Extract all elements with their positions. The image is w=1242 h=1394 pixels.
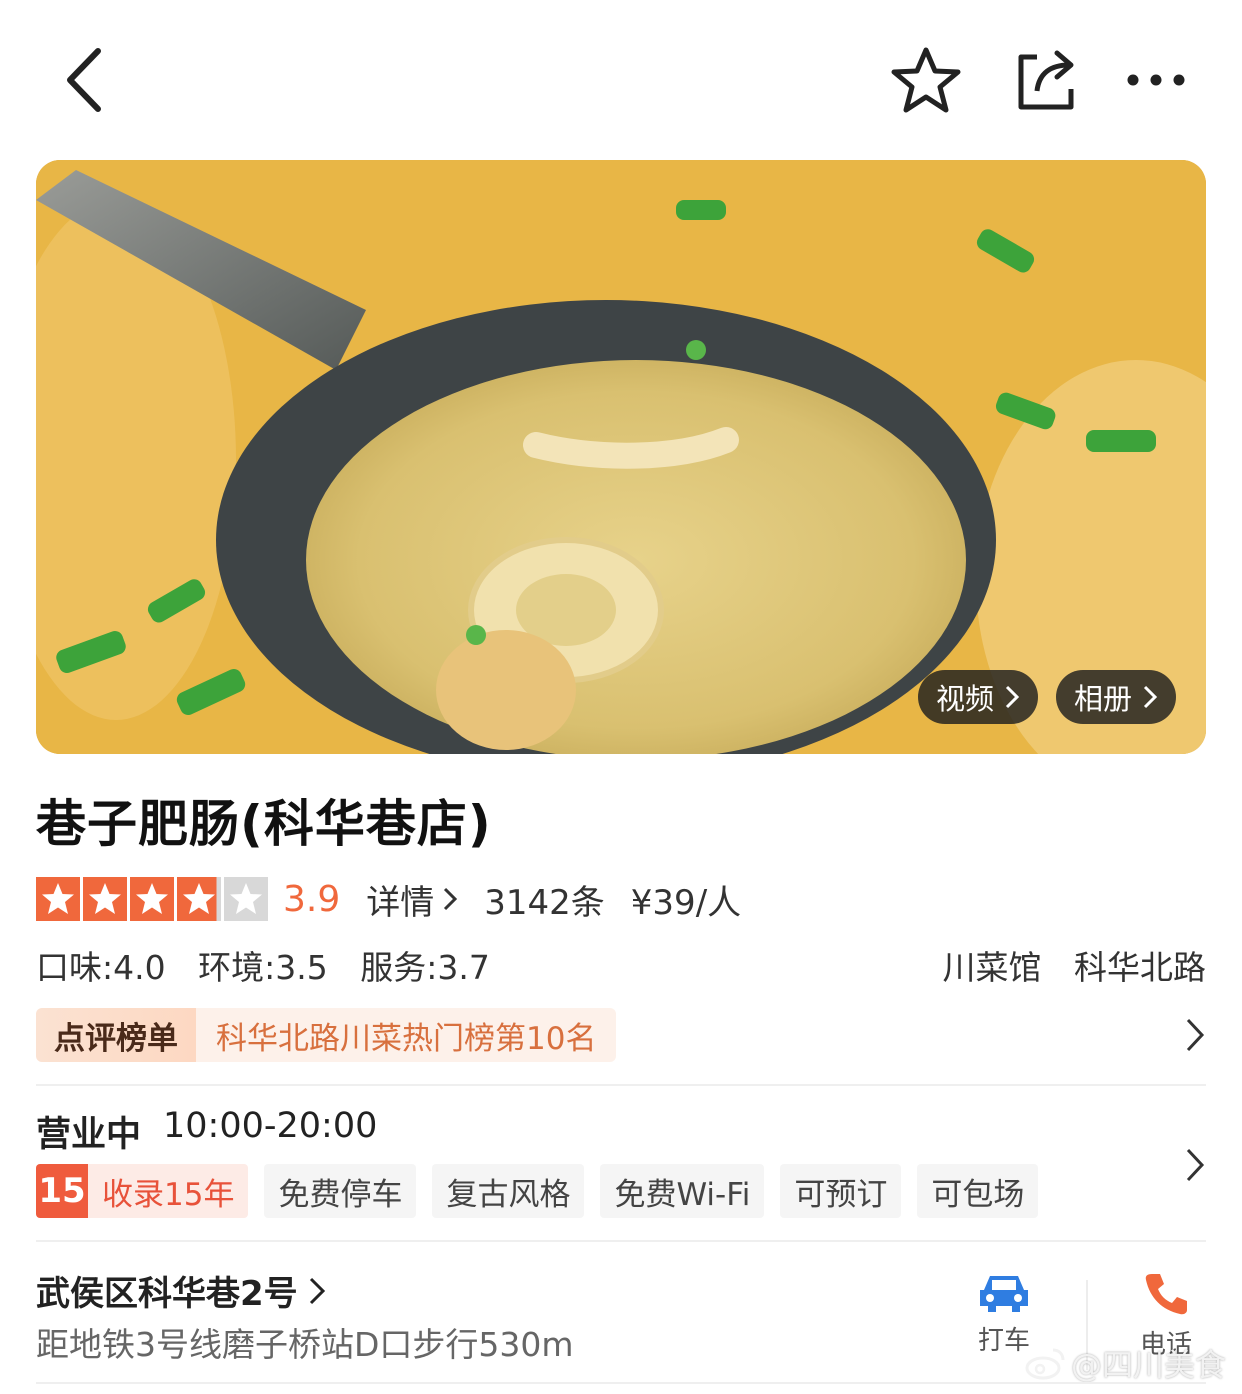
album-button[interactable]: 相册 (1056, 670, 1177, 724)
sub-scores: 口味:4.0 环境:3.5 服务:3.7 (36, 941, 512, 989)
divider (36, 1240, 1206, 1242)
open-hours: 10:00-20:00 (163, 1106, 378, 1146)
sub-score-row: 口味:4.0 环境:3.5 服务:3.7 川菜馆 科华北路 (36, 942, 1206, 988)
rating-star-icon (224, 877, 268, 921)
chevron-right-icon (444, 887, 458, 911)
ranking-label: 点评榜单 (36, 1008, 196, 1062)
divider (36, 1084, 1206, 1086)
rating-star-icon (83, 877, 127, 921)
price-per-person: ¥39/人 (630, 882, 742, 923)
chevron-right-icon (1005, 685, 1020, 709)
share-icon (1018, 50, 1074, 110)
soup-ladle-image (36, 160, 1206, 754)
hero-photo[interactable]: 视频 相册 (36, 160, 1206, 754)
taste-score: 口味:4.0 (36, 948, 166, 987)
video-label: 视频 (936, 682, 995, 716)
more-button[interactable] (1116, 40, 1196, 120)
years-label: 收录15年 (102, 1176, 235, 1213)
years-badge: 15 (36, 1164, 88, 1218)
tags-row[interactable]: 15 收录15年 免费停车 复古风格 免费Wi-Fi 可预订 可包场 (36, 1164, 1039, 1218)
tag-retro-style: 复古风格 (432, 1164, 585, 1218)
hours-row[interactable]: 营业中 10:00-20:00 (36, 1106, 377, 1157)
ranking-row[interactable]: 点评榜单 科华北路川菜热门榜第10名 (36, 1008, 1206, 1062)
chevron-right-icon[interactable] (1184, 1146, 1206, 1184)
shop-category: 川菜馆 (942, 948, 1042, 987)
address-distance: 距地铁3号线磨子桥站D口步行530m (36, 1325, 574, 1364)
share-button[interactable] (1006, 40, 1086, 120)
address-link[interactable]: 武侯区科华巷2号 (36, 1266, 326, 1315)
shop-area: 科华北路 (1074, 948, 1206, 987)
car-icon (980, 1276, 1028, 1312)
album-label: 相册 (1074, 682, 1133, 716)
shop-name: 巷子肥肠(科华巷店) (36, 795, 492, 853)
rating-star-icon (177, 877, 221, 921)
chevron-right-icon (309, 1277, 325, 1304)
weibo-icon (1025, 1348, 1065, 1379)
details-label: 详情 (366, 882, 435, 923)
chevron-right-icon (1186, 1018, 1205, 1052)
details-link[interactable]: 详情 (366, 875, 458, 924)
rating-score: 3.9 (283, 878, 341, 920)
video-button[interactable]: 视频 (918, 670, 1039, 724)
review-count: 3142条 (484, 882, 605, 923)
environment-score: 环境:3.5 (198, 948, 328, 987)
watermark: @四川美食 (1025, 1340, 1226, 1385)
open-status: 营业中 (36, 1115, 142, 1155)
star-outline-icon (891, 47, 961, 113)
rating-row: 3.9 详情 3142条 ¥39/人 (36, 872, 767, 926)
star-rating (36, 877, 271, 921)
years-listed-tag: 15 收录15年 (36, 1164, 249, 1218)
divider (36, 1382, 1206, 1384)
tag-free-parking: 免费停车 (264, 1164, 417, 1218)
rating-star-icon (36, 877, 80, 921)
tag-private-booking: 可包场 (917, 1164, 1039, 1218)
back-arrow-icon (67, 48, 101, 112)
rating-star-icon (130, 877, 174, 921)
taxi-label: 打车 (977, 1326, 1030, 1356)
service-score: 服务:3.7 (360, 948, 490, 987)
ranking-text: 科华北路川菜热门榜第10名 (196, 1008, 617, 1062)
favorite-button[interactable] (886, 40, 966, 120)
tag-free-wifi: 免费Wi-Fi (600, 1164, 765, 1218)
shop-meta: 川菜馆 科华北路 (921, 941, 1207, 989)
address-street: 武侯区科华巷2号 (36, 1274, 298, 1314)
phone-icon (1145, 1274, 1187, 1315)
more-dots-icon (1127, 74, 1185, 86)
ranking-badge: 点评榜单 科华北路川菜热门榜第10名 (36, 1008, 617, 1062)
tag-reservable: 可预订 (780, 1164, 902, 1218)
watermark-text: @四川美食 (1071, 1348, 1226, 1384)
top-nav-bar (0, 0, 1242, 150)
chevron-right-icon (1143, 685, 1158, 709)
back-button[interactable] (44, 40, 124, 120)
